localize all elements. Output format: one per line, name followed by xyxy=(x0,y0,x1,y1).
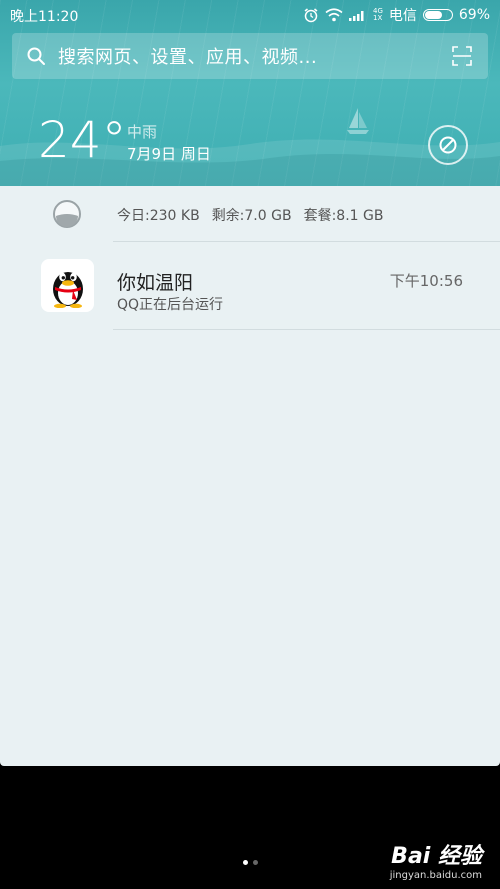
battery-percent: 69% xyxy=(458,7,490,23)
data-usage-plan: 套餐:8.1 GB xyxy=(303,208,384,224)
page-dot xyxy=(252,860,258,865)
network-type-bottom: 1X xyxy=(372,14,383,22)
signal-icon xyxy=(348,11,364,21)
carrier-name: 电信 xyxy=(388,8,417,24)
watermark-logo: Bai 经验 xyxy=(391,844,482,869)
watermark-site: jingyan.baidu.com xyxy=(389,870,482,881)
notification-panel: 今日:230 KB 剩余:7.0 GB 套餐:8.1 GB 你如温阳 下午10:56… xyxy=(0,186,500,766)
notification-time: 下午10:56 xyxy=(389,272,463,290)
status-bar: 晚上11:20 4G 1X 电信 69% xyxy=(0,0,500,28)
network-type: 4G 1X xyxy=(373,8,383,22)
data-usage-text: 今日:230 KB 剩余:7.0 GB 套餐:8.1 GB xyxy=(117,205,395,225)
battery-icon xyxy=(422,9,453,21)
notification-item[interactable]: 你如温阳 下午10:56 QQ正在后台运行 xyxy=(0,242,500,330)
alarm-icon xyxy=(304,8,318,23)
search-icon xyxy=(27,47,45,65)
wifi-icon xyxy=(325,8,343,22)
notification-body: QQ正在后台运行 xyxy=(117,297,224,313)
divider-inset xyxy=(0,328,113,330)
qq-penguin-icon xyxy=(52,271,83,308)
sailboat-icon xyxy=(347,108,369,134)
clear-notifications-button[interactable] xyxy=(428,125,468,165)
data-usage-icon xyxy=(53,200,81,228)
data-usage-today: 今日:230 KB xyxy=(117,208,200,224)
data-usage-remaining: 剩余:7.0 GB xyxy=(211,208,292,224)
weather-condition: 中雨 xyxy=(127,123,158,141)
scan-icon[interactable] xyxy=(452,46,472,66)
qq-app-icon xyxy=(41,259,94,312)
status-icons: 4G 1X 电信 69% xyxy=(303,5,490,25)
notification-title: 你如温阳 xyxy=(117,272,194,294)
weather-temperature[interactable]: 24° xyxy=(38,112,127,168)
data-usage-row[interactable]: 今日:230 KB 剩余:7.0 GB 套餐:8.1 GB xyxy=(0,186,500,242)
status-time: 晚上11:20 xyxy=(10,9,79,25)
block-icon xyxy=(439,136,457,154)
search-input[interactable]: 搜索网页、设置、应用、视频... xyxy=(58,43,452,69)
watermark: Bai 经验 jingyan.baidu.com xyxy=(390,838,482,881)
battery-fill xyxy=(424,11,443,19)
page-dot-active xyxy=(242,860,248,865)
search-bar[interactable]: 搜索网页、设置、应用、视频... xyxy=(12,33,488,79)
weather-date: 7月9日 周日 xyxy=(127,145,211,163)
